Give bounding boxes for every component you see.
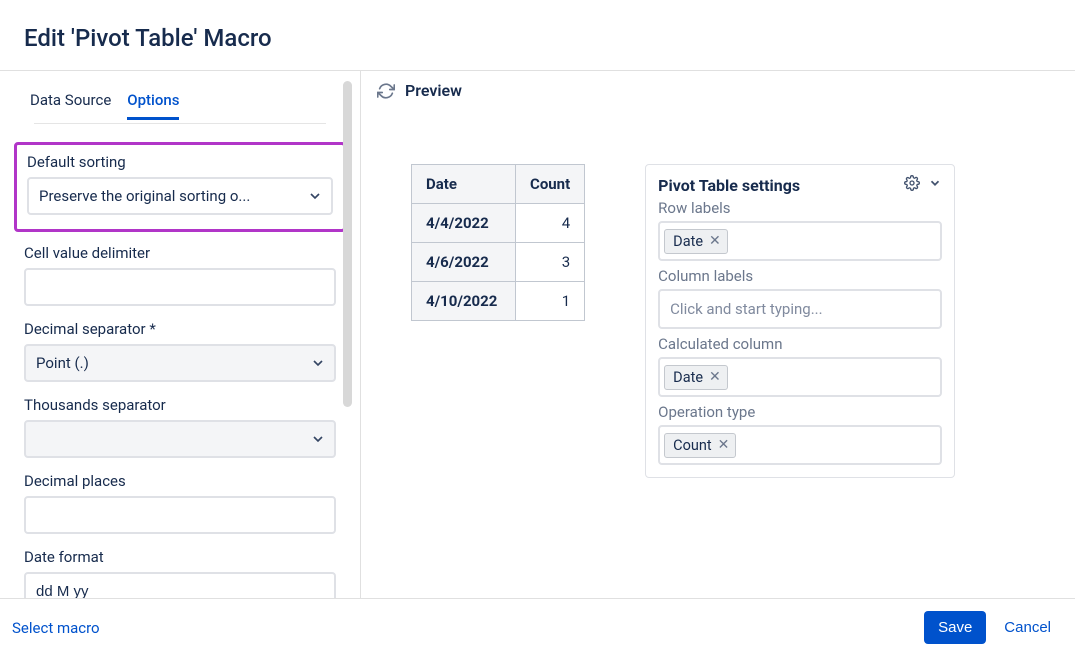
row-labels-input[interactable]: Date ✕ <box>658 221 942 261</box>
save-button[interactable]: Save <box>924 611 986 644</box>
tab-data-source[interactable]: Data Source <box>30 85 111 120</box>
dialog-header: Edit 'Pivot Table' Macro <box>0 0 1075 71</box>
table-header-date: Date <box>412 165 516 204</box>
thousands-separator-label: Thousands separator <box>24 396 336 414</box>
refresh-icon[interactable] <box>377 82 395 100</box>
date-format-label: Date format <box>24 548 336 566</box>
table-cell-date: 4/4/2022 <box>412 204 516 243</box>
decimal-places-label: Decimal places <box>24 472 336 490</box>
default-sorting-highlight: Default sorting Preserve the original so… <box>14 142 346 232</box>
right-panel: Preview Date Count 4/4/2022 4 4/6/2022 <box>360 71 1075 601</box>
decimal-separator-label: Decimal separator * <box>24 320 336 338</box>
operation-type-label: Operation type <box>658 403 942 421</box>
tabs: Data Source Options <box>24 85 336 120</box>
scrollbar[interactable] <box>343 81 352 407</box>
table-cell-count: 3 <box>516 243 585 282</box>
cell-delimiter-group: Cell value delimiter <box>24 244 336 306</box>
tabs-underline <box>34 123 326 124</box>
operation-type-tag: Count ✕ <box>664 433 736 458</box>
settings-header: Pivot Table settings <box>658 175 942 195</box>
table-row: 4/6/2022 3 <box>412 243 585 282</box>
dialog-footer: Select macro Save Cancel <box>0 598 1075 656</box>
chevron-down-icon[interactable] <box>928 176 942 194</box>
table-row: 4/10/2022 1 <box>412 282 585 321</box>
operation-type-input[interactable]: Count ✕ <box>658 425 942 465</box>
column-labels-placeholder: Click and start typing... <box>664 296 828 322</box>
pivot-table: Date Count 4/4/2022 4 4/6/2022 3 4/10/20… <box>411 164 585 321</box>
cancel-button[interactable]: Cancel <box>1004 619 1051 636</box>
default-sorting-label: Default sorting <box>27 153 333 171</box>
preview-title: Preview <box>405 81 462 100</box>
row-labels-tag: Date ✕ <box>664 229 728 254</box>
left-panel: Data Source Options Default sorting Pres… <box>0 71 360 601</box>
thousands-separator-group: Thousands separator <box>24 396 336 458</box>
cell-delimiter-input[interactable] <box>24 268 336 306</box>
pivot-settings-card: Pivot Table settings Row labels Date <box>645 164 955 478</box>
table-row: 4/4/2022 4 <box>412 204 585 243</box>
thousands-separator-select[interactable] <box>24 420 336 458</box>
table-cell-date: 4/10/2022 <box>412 282 516 321</box>
calculated-column-input[interactable]: Date ✕ <box>658 357 942 397</box>
footer-buttons: Save Cancel <box>924 611 1051 644</box>
tag-label: Count <box>673 437 711 454</box>
page-title: Edit 'Pivot Table' Macro <box>24 24 1051 52</box>
settings-title: Pivot Table settings <box>658 176 800 195</box>
decimal-separator-value: Point (.) <box>36 354 89 372</box>
cell-delimiter-label: Cell value delimiter <box>24 244 336 262</box>
decimal-separator-select[interactable]: Point (.) <box>24 344 336 382</box>
decimal-separator-group: Decimal separator * Point (.) <box>24 320 336 382</box>
gear-icon[interactable] <box>904 175 920 195</box>
row-labels-label: Row labels <box>658 199 942 217</box>
close-icon[interactable]: ✕ <box>718 438 730 452</box>
decimal-places-group: Decimal places <box>24 472 336 534</box>
dialog-body: Data Source Options Default sorting Pres… <box>0 71 1075 601</box>
tag-label: Date <box>673 369 703 386</box>
table-header-count: Count <box>516 165 585 204</box>
tab-options[interactable]: Options <box>127 85 179 120</box>
default-sorting-select[interactable]: Preserve the original sorting o... <box>27 177 333 215</box>
table-cell-count: 1 <box>516 282 585 321</box>
calculated-column-label: Calculated column <box>658 335 942 353</box>
preview-content: Date Count 4/4/2022 4 4/6/2022 3 4/10/20… <box>361 112 1075 478</box>
column-labels-input[interactable]: Click and start typing... <box>658 289 942 329</box>
decimal-places-input[interactable] <box>24 496 336 534</box>
preview-header: Preview <box>361 71 1075 112</box>
column-labels-label: Column labels <box>658 267 942 285</box>
close-icon[interactable]: ✕ <box>709 370 721 384</box>
tag-label: Date <box>673 233 703 250</box>
calculated-column-tag: Date ✕ <box>664 365 728 390</box>
select-macro-link[interactable]: Select macro <box>12 619 100 637</box>
table-cell-date: 4/6/2022 <box>412 243 516 282</box>
table-cell-count: 4 <box>516 204 585 243</box>
close-icon[interactable]: ✕ <box>709 234 721 248</box>
default-sorting-value: Preserve the original sorting o... <box>39 187 250 205</box>
